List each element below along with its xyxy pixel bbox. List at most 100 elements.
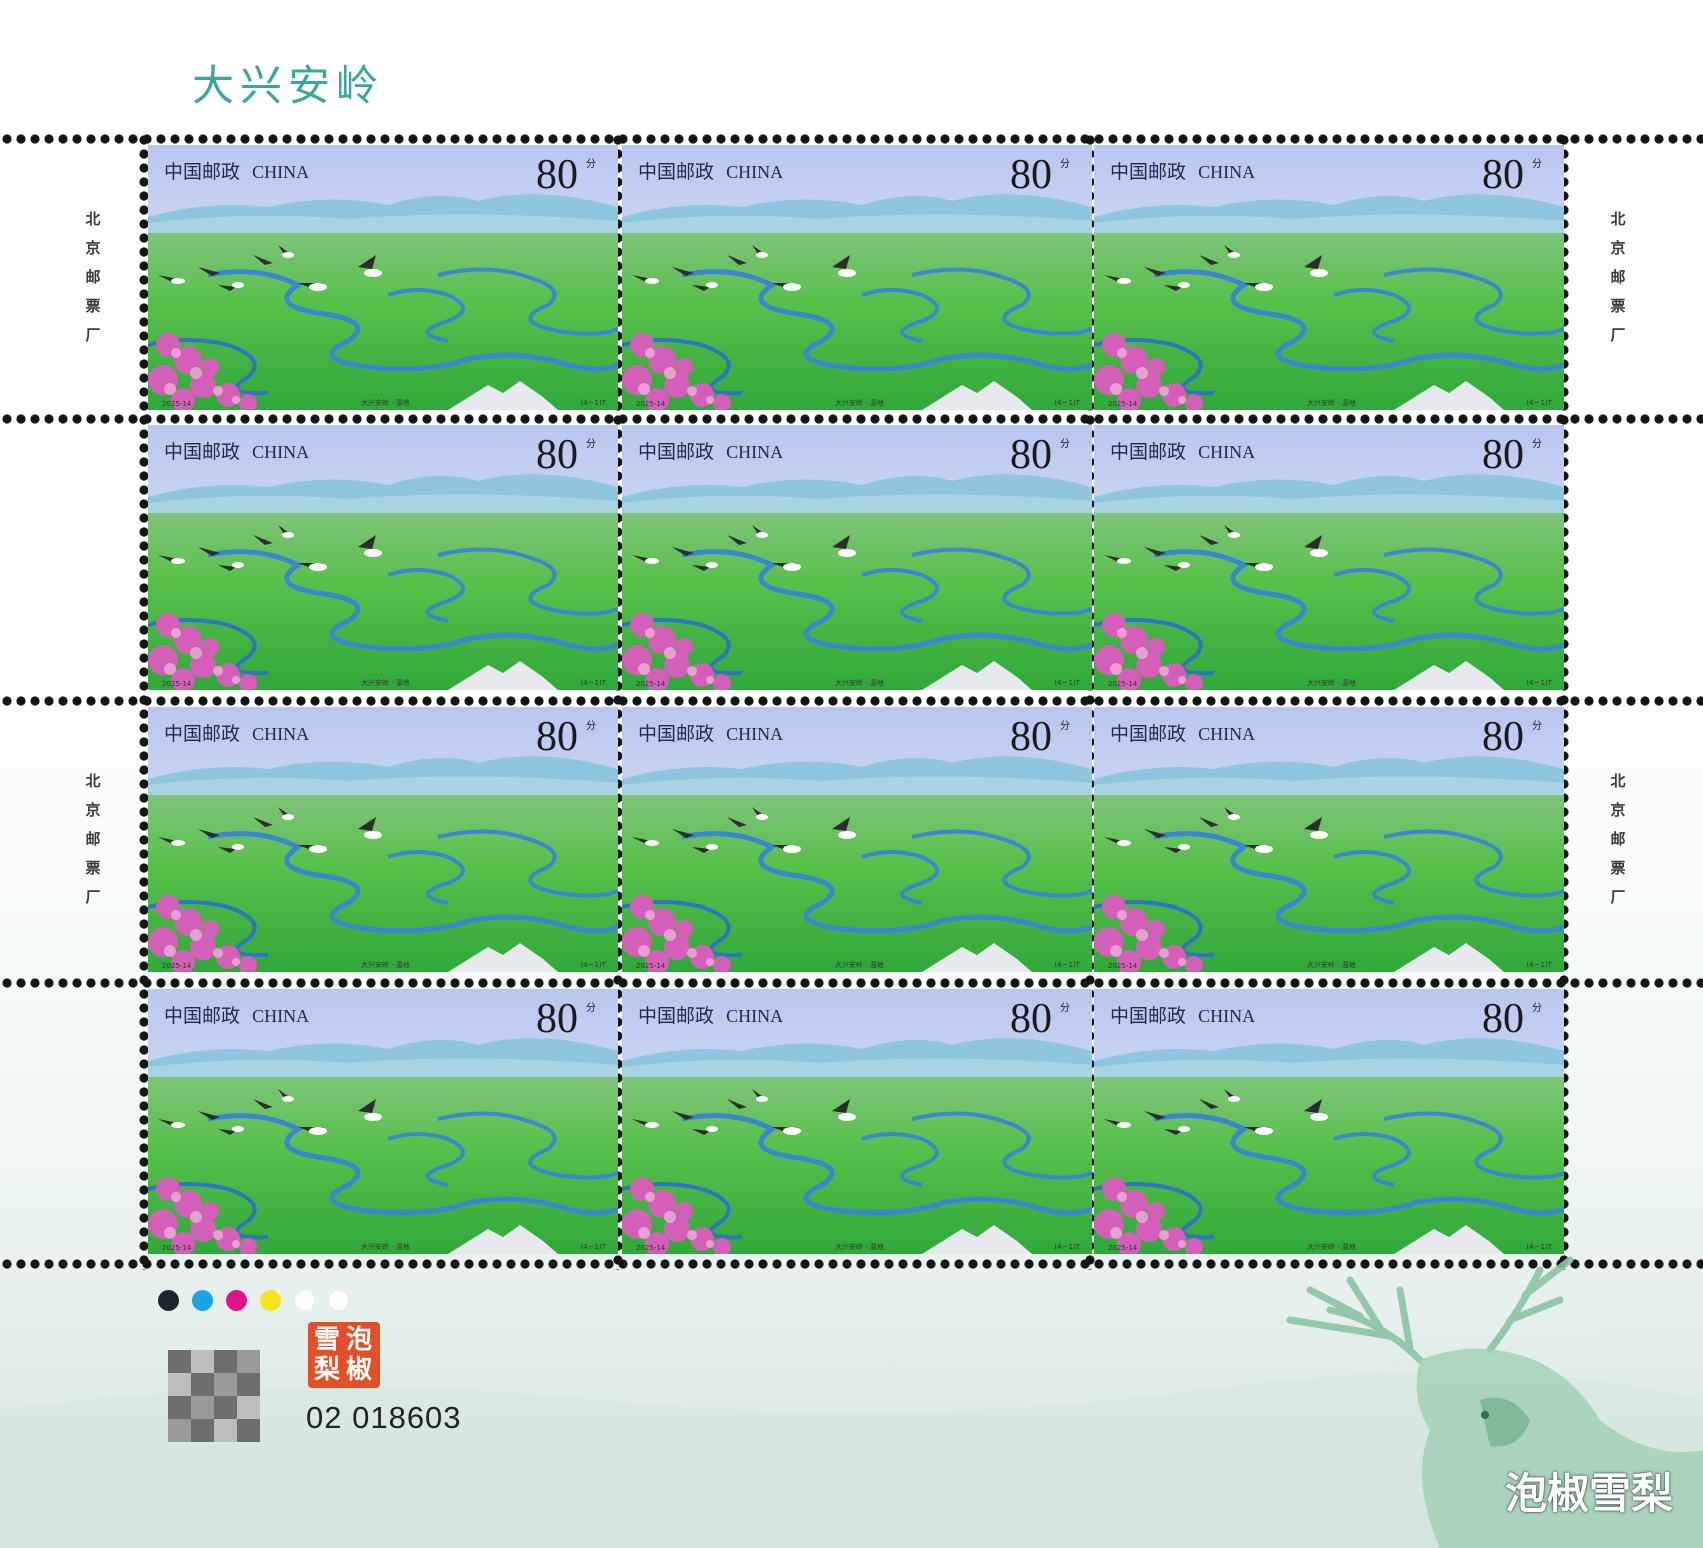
stamp-caption: 大兴安岭 · 湿地	[835, 679, 884, 687]
printer-mark-right-bottom: 北 京 邮 票 厂	[1610, 772, 1626, 906]
stamp-r3-c3: 中国邮政 CHINA 80 分 2025-14 大兴安岭 · 湿地 (4－1)T	[1094, 707, 1564, 972]
country-name: CHINA	[726, 162, 784, 182]
country-name: CHINA	[1198, 162, 1256, 182]
country-name: CHINA	[252, 162, 310, 182]
stamp-caption: 大兴安岭 · 湿地	[361, 679, 410, 687]
stamp-serial: (4－1)T	[1054, 961, 1080, 969]
postal-name: 中国邮政	[1110, 441, 1187, 463]
stamp-serial: (4－1)T	[580, 679, 606, 687]
denomination-value: 80	[1010, 432, 1052, 478]
stamp-serial: (4－1)T	[1054, 679, 1080, 687]
denomination-unit: 分	[1532, 159, 1542, 170]
stamp-r4-c3: 中国邮政 CHINA 80 分 2025-14 大兴安岭 · 湿地 (4－1)T	[1094, 989, 1564, 1254]
issue-code: 2025-14	[636, 400, 666, 408]
country-name: CHINA	[252, 1006, 310, 1026]
stamp-r3-c2: 中国邮政 CHINA 80 分 2025-14 大兴安岭 · 湿地 (4－1)T	[622, 707, 1092, 972]
printer-mark-left-top: 北 京 邮 票 厂	[85, 210, 101, 344]
issue-code: 2025-14	[162, 1244, 192, 1252]
denomination-value: 80	[536, 152, 578, 198]
stamp-caption: 大兴安岭 · 湿地	[835, 1243, 884, 1251]
issue-code: 2025-14	[162, 680, 192, 688]
country-name: CHINA	[1198, 442, 1256, 462]
stamp-caption: 大兴安岭 · 湿地	[1307, 679, 1356, 687]
color-dot	[226, 1290, 247, 1311]
denomination-unit: 分	[1060, 439, 1070, 450]
denomination-value: 80	[536, 714, 578, 760]
stamp-serial: (4－1)T	[1526, 961, 1552, 969]
issue-code: 2025-14	[636, 962, 666, 970]
stamp-r3-c1: 中国邮政 CHINA 80 分 2025-14 大兴安岭 · 湿地 (4－1)T	[148, 707, 618, 972]
country-name: CHINA	[1198, 724, 1256, 744]
stamp-caption: 大兴安岭 · 湿地	[361, 961, 410, 969]
denomination-unit: 分	[1060, 721, 1070, 732]
color-dot	[192, 1290, 213, 1311]
stamp-serial: (4－1)T	[1054, 1243, 1080, 1251]
stamp-serial: (4－1)T	[1526, 679, 1552, 687]
color-dot	[294, 1290, 315, 1311]
qr-code-icon	[168, 1350, 260, 1442]
country-name: CHINA	[726, 1006, 784, 1026]
country-name: CHINA	[252, 724, 310, 744]
postal-name: 中国邮政	[638, 723, 715, 745]
stamp-r1-c2: 中国邮政 CHINA 80 分 2025-14 大兴安岭 · 湿地 (4－1)T	[622, 145, 1092, 410]
denomination-value: 80	[1010, 996, 1052, 1042]
printer-mark-right-top: 北 京 邮 票 厂	[1610, 210, 1626, 344]
color-dot	[328, 1290, 349, 1311]
postal-name: 中国邮政	[1110, 1005, 1187, 1027]
stamp-caption: 大兴安岭 · 湿地	[361, 1243, 410, 1251]
color-dot	[260, 1290, 281, 1311]
stamp-r1-c3: 中国邮政 CHINA 80 分 2025-14 大兴安岭 · 湿地 (4－1)T	[1094, 145, 1564, 410]
stamp-r4-c2: 中国邮政 CHINA 80 分 2025-14 大兴安岭 · 湿地 (4－1)T	[622, 989, 1092, 1254]
stamp-r4-c1: 中国邮政 CHINA 80 分 2025-14 大兴安岭 · 湿地 (4－1)T	[148, 989, 618, 1254]
country-name: CHINA	[1198, 1006, 1256, 1026]
perforation-row	[0, 695, 1703, 707]
printer-mark-left-bottom: 北 京 邮 票 厂	[85, 772, 101, 906]
stamp-r1-c1: 中国邮政 CHINA 80 分 2025-14 大兴安岭 · 湿地 (4－1)T	[148, 145, 618, 410]
denomination-value: 80	[1010, 714, 1052, 760]
postal-name: 中国邮政	[164, 1005, 241, 1027]
denomination-value: 80	[536, 432, 578, 478]
perforation-row	[0, 977, 1703, 989]
denomination-unit: 分	[1532, 1003, 1542, 1014]
postal-name: 中国邮政	[164, 161, 241, 183]
issue-code: 2025-14	[636, 680, 666, 688]
color-dot	[158, 1290, 179, 1311]
denomination-unit: 分	[1532, 721, 1542, 732]
denomination-value: 80	[1010, 152, 1052, 198]
perforation-row	[0, 133, 1703, 145]
denomination-value: 80	[1482, 714, 1524, 760]
postal-name: 中国邮政	[1110, 161, 1187, 183]
postal-name: 中国邮政	[638, 1005, 715, 1027]
denomination-unit: 分	[586, 1003, 596, 1014]
postal-name: 中国邮政	[164, 441, 241, 463]
stamp-serial: (4－1)T	[580, 1243, 606, 1251]
country-name: CHINA	[726, 724, 784, 744]
denomination-value: 80	[1482, 152, 1524, 198]
color-registration-dots	[158, 1290, 349, 1311]
stamp-caption: 大兴安岭 · 湿地	[361, 399, 410, 407]
issue-code: 2025-14	[1108, 400, 1138, 408]
denomination-unit: 分	[1060, 1003, 1070, 1014]
issue-code: 2025-14	[162, 400, 192, 408]
denomination-unit: 分	[586, 439, 596, 450]
postal-name: 中国邮政	[1110, 723, 1187, 745]
denomination-unit: 分	[1532, 439, 1542, 450]
denomination-unit: 分	[586, 721, 596, 732]
sheet-title: 大兴安岭	[192, 61, 385, 110]
denomination-unit: 分	[586, 159, 596, 170]
stamp-serial: (4－1)T	[1526, 399, 1552, 407]
stamp-caption: 大兴安岭 · 湿地	[835, 961, 884, 969]
sheet-serial-number: 02 018603	[306, 1400, 462, 1435]
stamp-r2-c3: 中国邮政 CHINA 80 分 2025-14 大兴安岭 · 湿地 (4－1)T	[1094, 425, 1564, 690]
issue-code: 2025-14	[1108, 1244, 1138, 1252]
perforation-row	[0, 413, 1703, 425]
watermark-text: 泡椒雪梨	[1504, 1469, 1673, 1518]
issue-code: 2025-14	[1108, 680, 1138, 688]
country-name: CHINA	[252, 442, 310, 462]
stamp-r2-c1: 中国邮政 CHINA 80 分 2025-14 大兴安岭 · 湿地 (4－1)T	[148, 425, 618, 690]
denomination-value: 80	[1482, 996, 1524, 1042]
collector-seal: 泡 椒 雪 梨	[308, 1322, 380, 1388]
stamp-serial: (4－1)T	[580, 399, 606, 407]
postal-name: 中国邮政	[164, 723, 241, 745]
stamp-serial: (4－1)T	[1054, 399, 1080, 407]
